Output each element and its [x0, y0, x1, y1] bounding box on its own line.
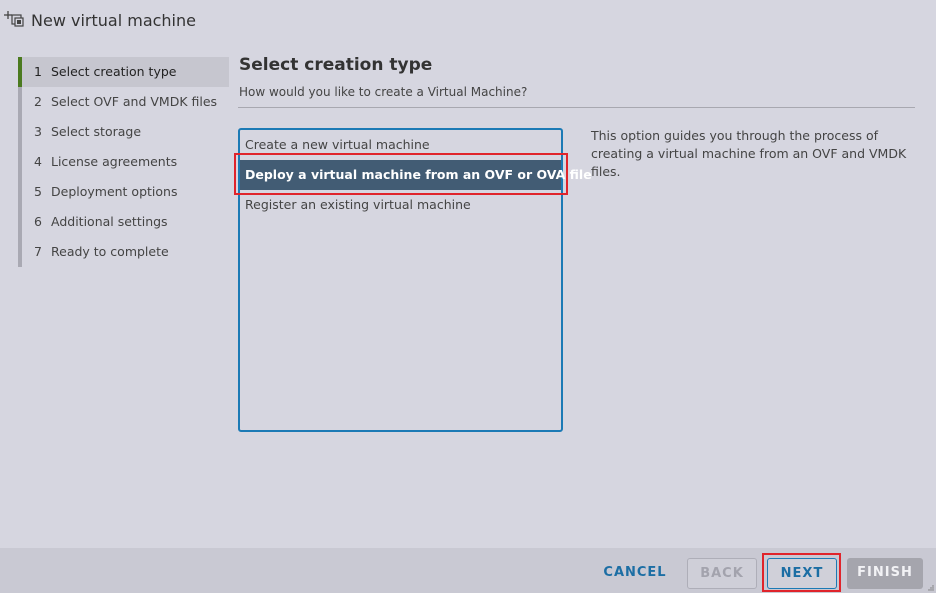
step-select-creation-type[interactable]: 1 Select creation type — [22, 57, 229, 87]
step-label: License agreements — [51, 154, 178, 169]
step-number: 4 — [34, 154, 42, 169]
wizard-steps-sidebar: 1 Select creation type 2 Select OVF and VM… — [0, 45, 230, 548]
back-button[interactable]: BACK — [687, 558, 757, 589]
page-title: Select creation type — [239, 55, 433, 75]
step-number: 3 — [34, 124, 42, 139]
page-subtitle: How would you like to create a Virtual M… — [239, 85, 528, 99]
wizard-title: New virtual machine — [31, 11, 196, 30]
option-description: This option guides you through the proce… — [591, 128, 907, 179]
step-number: 7 — [34, 244, 42, 259]
step-select-storage[interactable]: 3 Select storage — [22, 117, 229, 147]
finish-button[interactable]: FINISH — [847, 558, 923, 589]
creation-type-listbox[interactable]: Create a new virtual machine Deploy a vi… — [238, 128, 592, 432]
resize-grip-icon[interactable] — [927, 584, 934, 591]
step-ready-to-complete[interactable]: 7 Ready to complete — [22, 237, 229, 267]
step-label: Ready to complete — [51, 244, 169, 259]
cancel-button[interactable]: CANCEL — [598, 558, 672, 589]
new-vm-wizard: New virtual machine 1 Select creation typ… — [0, 0, 936, 593]
new-vm-icon — [4, 11, 24, 27]
step-label: Additional settings — [51, 214, 168, 229]
step-label: Select OVF and VMDK files — [51, 94, 218, 109]
step-number: 1 — [34, 64, 42, 79]
step-number: 6 — [34, 214, 42, 229]
header-divider — [238, 107, 915, 108]
step-number: 5 — [34, 184, 42, 199]
step-deployment-options[interactable]: 5 Deployment options — [22, 177, 229, 207]
step-select-ovf-vmdk-files[interactable]: 2 Select OVF and VMDK files — [22, 87, 229, 117]
option-register-existing-vm[interactable]: Register an existing virtual machine — [240, 190, 561, 220]
step-label: Select creation type — [51, 64, 177, 79]
step-label: Select storage — [51, 124, 142, 139]
step-number: 2 — [34, 94, 42, 109]
step-license-agreements[interactable]: 4 License agreements — [22, 147, 229, 177]
step-label: Deployment options — [51, 184, 178, 199]
wizard-footer: CANCEL BACK NEXT FINISH — [0, 548, 936, 593]
step-additional-settings[interactable]: 6 Additional settings — [22, 207, 229, 237]
option-create-new-vm[interactable]: Create a new virtual machine — [240, 130, 561, 160]
next-button[interactable]: NEXT — [767, 558, 837, 589]
option-deploy-from-ovf-ova[interactable]: Deploy a virtual machine from an OVF or … — [240, 160, 592, 190]
wizard-content: Select creation type How would you like … — [230, 45, 936, 548]
wizard-header: New virtual machine — [0, 0, 936, 45]
